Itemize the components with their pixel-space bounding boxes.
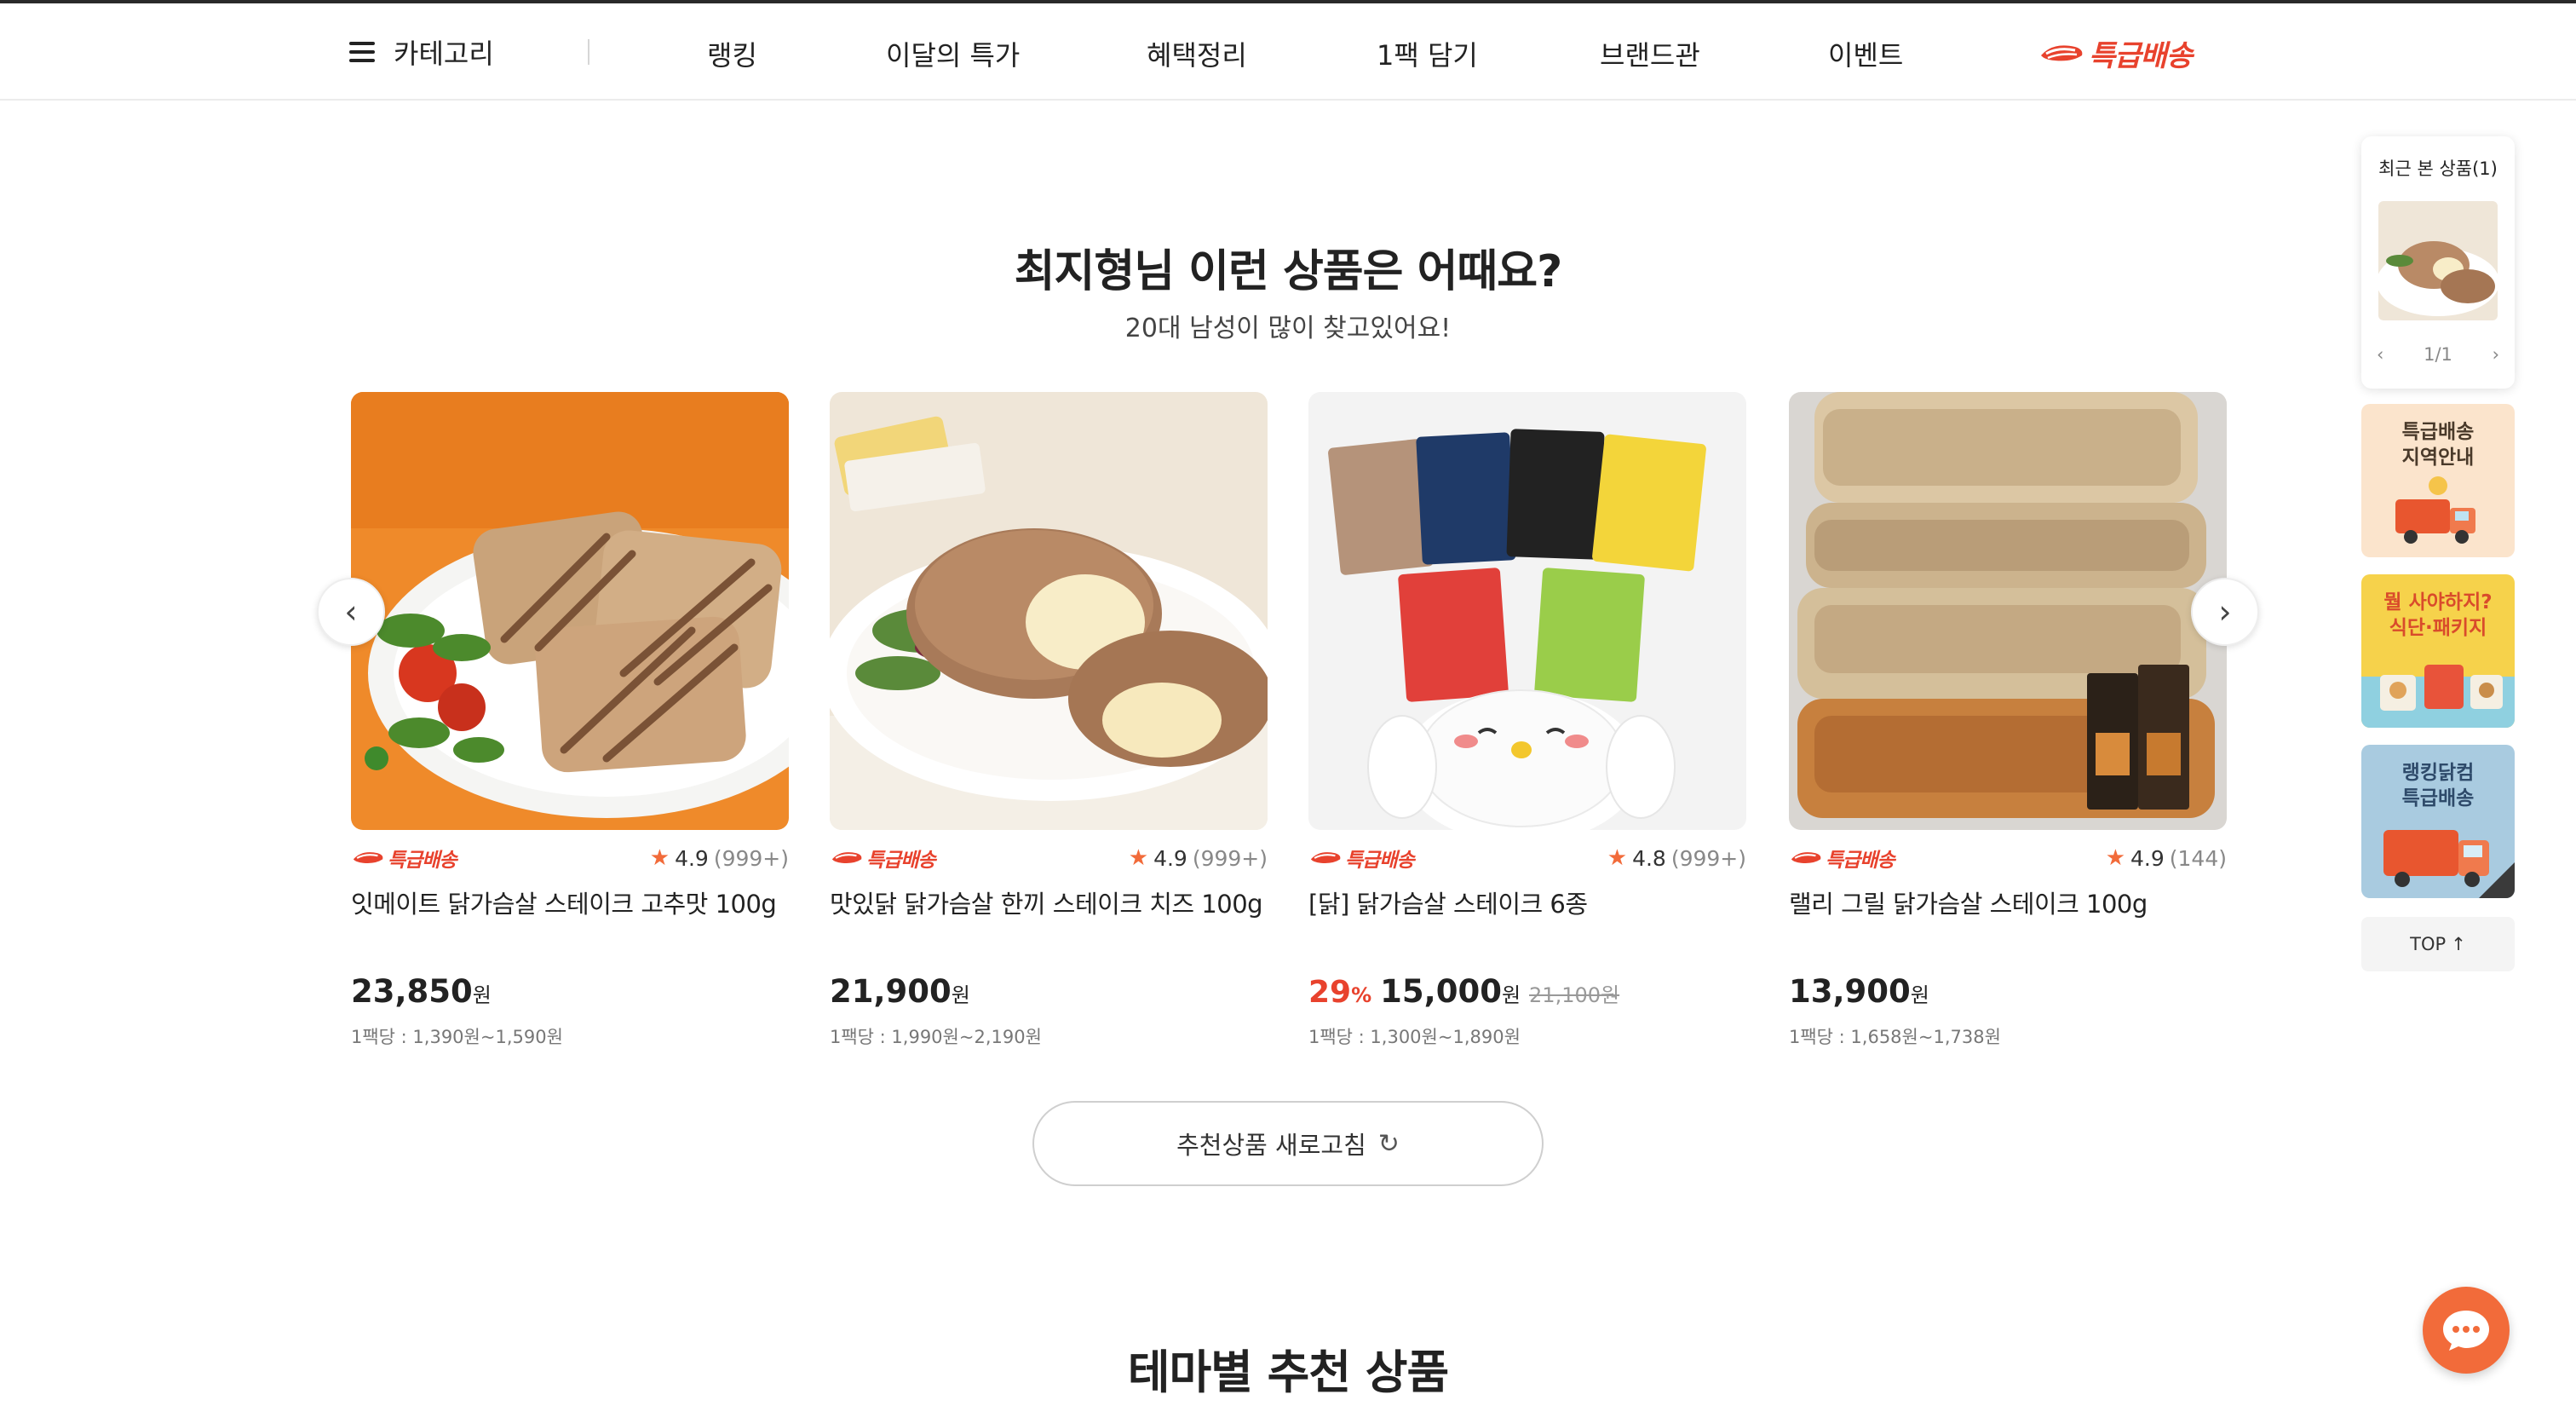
express-badge: 특급배송: [1308, 844, 1415, 873]
express-truck-icon: [1791, 852, 1821, 863]
express-truck-icon: [353, 852, 383, 863]
express-delivery-link[interactable]: 특급배송: [2038, 32, 2193, 74]
nav-item-one-pack[interactable]: 1팩 담기: [1377, 34, 1478, 73]
product-image[interactable]: [830, 392, 1268, 830]
category-label: 카테고리: [394, 37, 494, 70]
theme-section-title: 테마별 추천 상품: [1127, 1345, 1449, 1399]
express-truck-icon: [831, 852, 862, 863]
per-pack-price: 1팩당 : 1,990원~2,190원: [830, 1027, 1042, 1047]
rating: ★ 4.8 (999+): [1607, 845, 1746, 871]
product-card[interactable]: 특급배송 ★ 4.9 (999+) 맛있닭 닭가슴살 한끼 스테이크 치즈 10…: [830, 392, 1268, 1049]
ranking-express-banner[interactable]: 랭킹닭컴 특급배송: [2361, 745, 2515, 898]
express-badge: 특급배송: [351, 844, 457, 873]
product-name[interactable]: [닭] 닭가슴살 스테이크 6종: [1308, 885, 1746, 920]
express-badge: 특급배송: [1789, 844, 1895, 873]
star-icon: ★: [1128, 845, 1149, 871]
star-icon: ★: [1607, 845, 1628, 871]
scroll-top-button[interactable]: TOP ↑: [2361, 917, 2515, 971]
section-subtitle: 20대 남성이 많이 찾고있어요!: [1124, 314, 1452, 343]
express-label: 특급배송: [2089, 39, 2193, 73]
product-name[interactable]: 맛있닭 닭가슴살 한끼 스테이크 치즈 100g: [830, 885, 1268, 920]
price: 23,850원: [351, 973, 492, 1010]
nav-item-brand[interactable]: 브랜드관: [1600, 34, 1700, 73]
express-badge: 특급배송: [830, 844, 936, 873]
express-truck-icon: [1310, 852, 1341, 863]
chevron-left-icon[interactable]: ‹: [2377, 344, 2383, 365]
product-name[interactable]: 랠리 그릴 닭가슴살 스테이크 100g: [1789, 885, 2227, 920]
product-card[interactable]: 특급배송 ★ 4.9 (144) 랠리 그릴 닭가슴살 스테이크 100g 13…: [1789, 392, 2227, 1049]
rating: ★ 4.9 (999+): [1128, 845, 1268, 871]
price-row: 21,900원: [830, 973, 1268, 1010]
express-truck-illustration: [2383, 830, 2515, 898]
price-row: 23,850원: [351, 973, 789, 1010]
refresh-label: 추천상품 새로고침: [1176, 1131, 1366, 1160]
top-navigation: 카테고리 랭킹 이달의 특가 혜택정리 1팩 담기 브랜드관 이벤트 특급배송: [0, 0, 2576, 101]
nav-item-ranking[interactable]: 랭킹: [707, 34, 757, 73]
original-price: 21,100원: [1529, 983, 1620, 1007]
price-row: 29% 15,000원 21,100원: [1308, 973, 1746, 1010]
carousel-next-button[interactable]: ›: [2191, 578, 2259, 646]
chat-bubble-icon: [2443, 1311, 2489, 1351]
express-area-banner[interactable]: 특급배송 지역안내: [2361, 404, 2515, 557]
recent-pager: ‹ 1/1 ›: [2377, 344, 2499, 365]
product-image[interactable]: [351, 392, 789, 830]
rating: ★ 4.9 (999+): [649, 845, 789, 871]
category-menu-button[interactable]: 카테고리: [349, 32, 494, 72]
price: 13,900원: [1789, 973, 1929, 1010]
chat-button[interactable]: [2423, 1287, 2510, 1374]
refresh-recommendations-button[interactable]: 추천상품 새로고침 ↻: [1032, 1101, 1544, 1186]
refresh-icon: ↻: [1377, 1128, 1400, 1159]
chevron-right-icon: ›: [2218, 593, 2232, 631]
price: 21,900원: [830, 973, 970, 1010]
diet-package-banner[interactable]: 뭘 사야하지? 식단·패키지: [2361, 574, 2515, 728]
per-pack-price: 1팩당 : 1,300원~1,890원: [1308, 1027, 1521, 1047]
star-icon: ★: [649, 845, 670, 871]
rating: ★ 4.9 (144): [2105, 845, 2227, 871]
nav-item-event[interactable]: 이벤트: [1828, 34, 1903, 73]
product-card[interactable]: 특급배송 ★ 4.9 (999+) 잇메이트 닭가슴살 스테이크 고추맛 100…: [351, 392, 789, 1049]
nav-divider: [588, 39, 589, 65]
price-row: 13,900원: [1789, 973, 2227, 1010]
nav-item-benefits[interactable]: 혜택정리: [1147, 34, 1247, 73]
express-truck-icon: [2041, 44, 2083, 61]
star-icon: ★: [2105, 845, 2125, 871]
per-pack-price: 1팩당 : 1,390원~1,590원: [351, 1027, 563, 1047]
food-package-illustration: [2361, 665, 2515, 728]
product-card[interactable]: 특급배송 ★ 4.8 (999+) [닭] 닭가슴살 스테이크 6종 29% 1…: [1308, 392, 1746, 1049]
per-pack-price: 1팩당 : 1,658원~1,738원: [1789, 1027, 2001, 1047]
arrow-up-icon: ↑: [2451, 934, 2466, 954]
discount-rate: 29%: [1308, 975, 1372, 1010]
product-image[interactable]: [1308, 392, 1746, 830]
recently-viewed-panel: 최근 본 상품(1) ‹ 1/1 ›: [2361, 136, 2515, 389]
hamburger-icon: [349, 42, 375, 62]
chevron-left-icon: ‹: [344, 593, 358, 631]
recent-product-thumbnail[interactable]: [2378, 201, 2498, 320]
section-title: 최지형님 이런 상품은 어때요?: [1014, 246, 1563, 297]
delivery-truck-illustration: [2395, 476, 2475, 544]
product-name[interactable]: 잇메이트 닭가슴살 스테이크 고추맛 100g: [351, 885, 789, 920]
product-image[interactable]: [1789, 392, 2227, 830]
chevron-right-icon[interactable]: ›: [2493, 344, 2499, 365]
price: 15,000원: [1380, 973, 1521, 1010]
nav-item-monthly-deal[interactable]: 이달의 특가: [886, 34, 1020, 73]
carousel-prev-button[interactable]: ‹: [317, 578, 385, 646]
recently-viewed-title: 최근 본 상품(1): [2378, 158, 2498, 179]
